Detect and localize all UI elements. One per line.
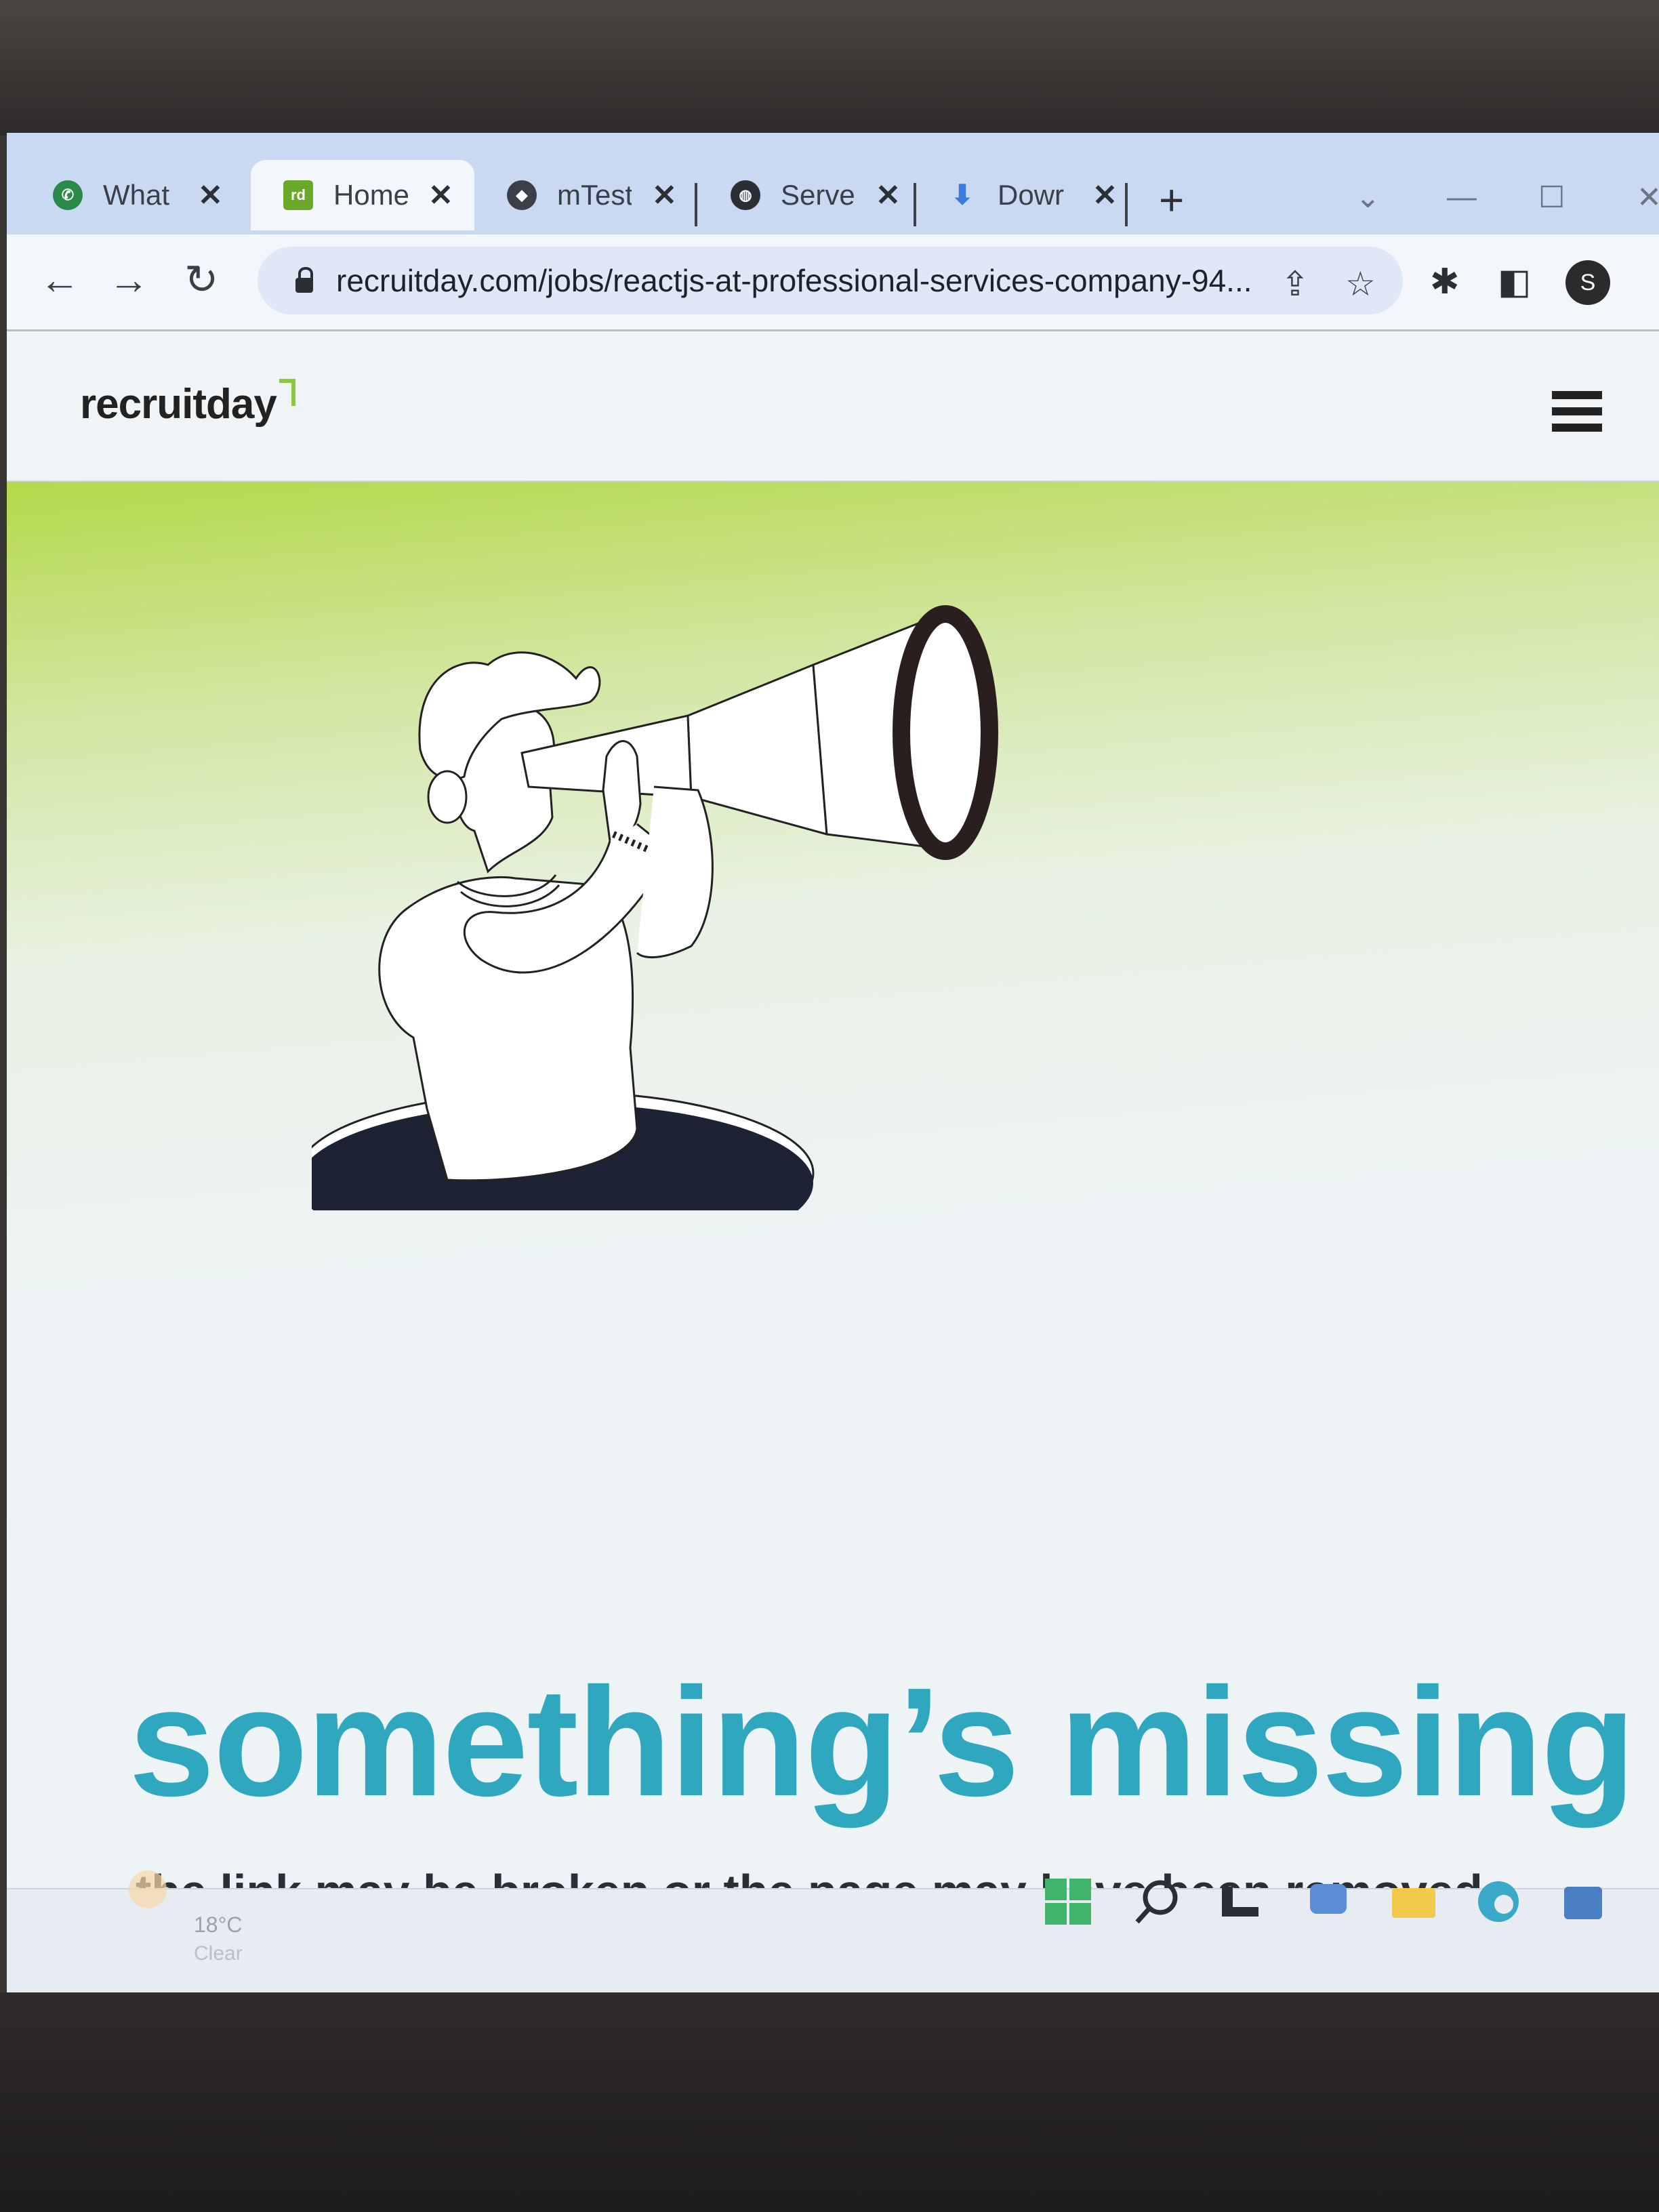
tab-strip: ✆ What ✕ rd Home ✕ ◆ mTest ✕ ◍ Serve ✕ ⬇… bbox=[7, 133, 1659, 234]
weather-moon-icon[interactable] bbox=[129, 1870, 167, 1908]
globe-icon: ◍ bbox=[731, 180, 760, 210]
browser-toolbar: ← → ↻ recruitday.com/jobs/reactjs-at-pro… bbox=[7, 234, 1659, 331]
url-text[interactable]: recruitday.com/jobs/reactjs-at-professio… bbox=[336, 262, 1252, 299]
chat-icon[interactable] bbox=[1305, 1877, 1353, 1926]
close-window-icon[interactable]: ✕ bbox=[1637, 180, 1659, 215]
close-icon[interactable]: ✕ bbox=[876, 178, 901, 213]
mtest-icon: ◆ bbox=[507, 180, 537, 210]
telescope-man-illustration bbox=[312, 605, 998, 1210]
bookmark-star-icon[interactable]: ☆ bbox=[1345, 264, 1376, 304]
monitor-bezel-bottom bbox=[0, 1992, 1659, 2212]
search-icon[interactable] bbox=[1132, 1877, 1181, 1926]
reload-icon[interactable]: ↻ bbox=[184, 256, 218, 304]
tab-downloads[interactable]: ⬇ Dowr ✕ bbox=[915, 160, 1139, 230]
screen: ✆ What ✕ rd Home ✕ ◆ mTest ✕ ◍ Serve ✕ ⬇… bbox=[7, 133, 1659, 1992]
windows-start-icon[interactable] bbox=[1044, 1877, 1092, 1926]
close-icon[interactable]: ✕ bbox=[652, 178, 677, 213]
monitor-bezel-top bbox=[0, 0, 1659, 136]
error-heading: something’s missing bbox=[129, 1656, 1635, 1828]
edge-browser-icon[interactable] bbox=[1474, 1877, 1523, 1926]
tab-title: Dowr bbox=[998, 179, 1065, 211]
download-icon: ⬇ bbox=[951, 180, 974, 210]
new-tab-button[interactable]: + bbox=[1159, 175, 1184, 225]
extensions-puzzle-icon[interactable]: ✱ bbox=[1430, 262, 1460, 302]
site-header: recruitday bbox=[7, 331, 1659, 482]
maximize-icon[interactable]: ☐ bbox=[1538, 180, 1565, 215]
whatsapp-icon: ✆ bbox=[53, 180, 83, 210]
side-panel-icon[interactable]: ◧ bbox=[1498, 262, 1531, 302]
close-icon[interactable]: ✕ bbox=[1092, 178, 1118, 213]
tab-title: Serve bbox=[781, 179, 855, 211]
store-icon[interactable] bbox=[1559, 1877, 1607, 1926]
weather-temperature[interactable]: 18°C bbox=[194, 1912, 243, 1938]
back-arrow-icon[interactable]: ← bbox=[39, 256, 80, 303]
tab-title: What bbox=[103, 179, 170, 211]
share-icon[interactable]: ⇪ bbox=[1281, 264, 1309, 304]
forward-arrow-icon[interactable]: → bbox=[108, 256, 149, 303]
recruitday-favicon-icon: rd bbox=[283, 180, 313, 210]
logo-mark-icon bbox=[279, 379, 295, 406]
close-icon[interactable]: ✕ bbox=[198, 178, 223, 213]
tab-server[interactable]: ◍ Serve ✕ bbox=[698, 160, 922, 230]
tab-title: mTest bbox=[557, 179, 632, 211]
minimize-icon[interactable]: — bbox=[1447, 180, 1477, 214]
task-view-icon[interactable] bbox=[1216, 1877, 1265, 1926]
tab-home[interactable]: rd Home ✕ bbox=[251, 160, 474, 230]
tab-separator bbox=[1125, 183, 1128, 226]
tab-search-icon[interactable]: ⌄ bbox=[1355, 180, 1380, 215]
tab-title: Home bbox=[333, 179, 408, 211]
site-logo[interactable]: recruitday bbox=[80, 380, 277, 428]
weather-description[interactable]: Clear bbox=[194, 1942, 243, 1965]
close-icon[interactable]: ✕ bbox=[428, 178, 453, 213]
lock-icon bbox=[295, 267, 313, 293]
tab-whatsapp[interactable]: ✆ What ✕ bbox=[20, 160, 244, 230]
tab-separator bbox=[695, 183, 697, 226]
tab-mtest[interactable]: ◆ mTest ✕ bbox=[474, 160, 698, 230]
file-explorer-icon[interactable] bbox=[1389, 1877, 1438, 1926]
address-bar[interactable]: recruitday.com/jobs/reactjs-at-professio… bbox=[258, 247, 1403, 314]
profile-avatar[interactable]: S bbox=[1565, 260, 1610, 305]
hamburger-menu-icon[interactable] bbox=[1552, 391, 1602, 440]
